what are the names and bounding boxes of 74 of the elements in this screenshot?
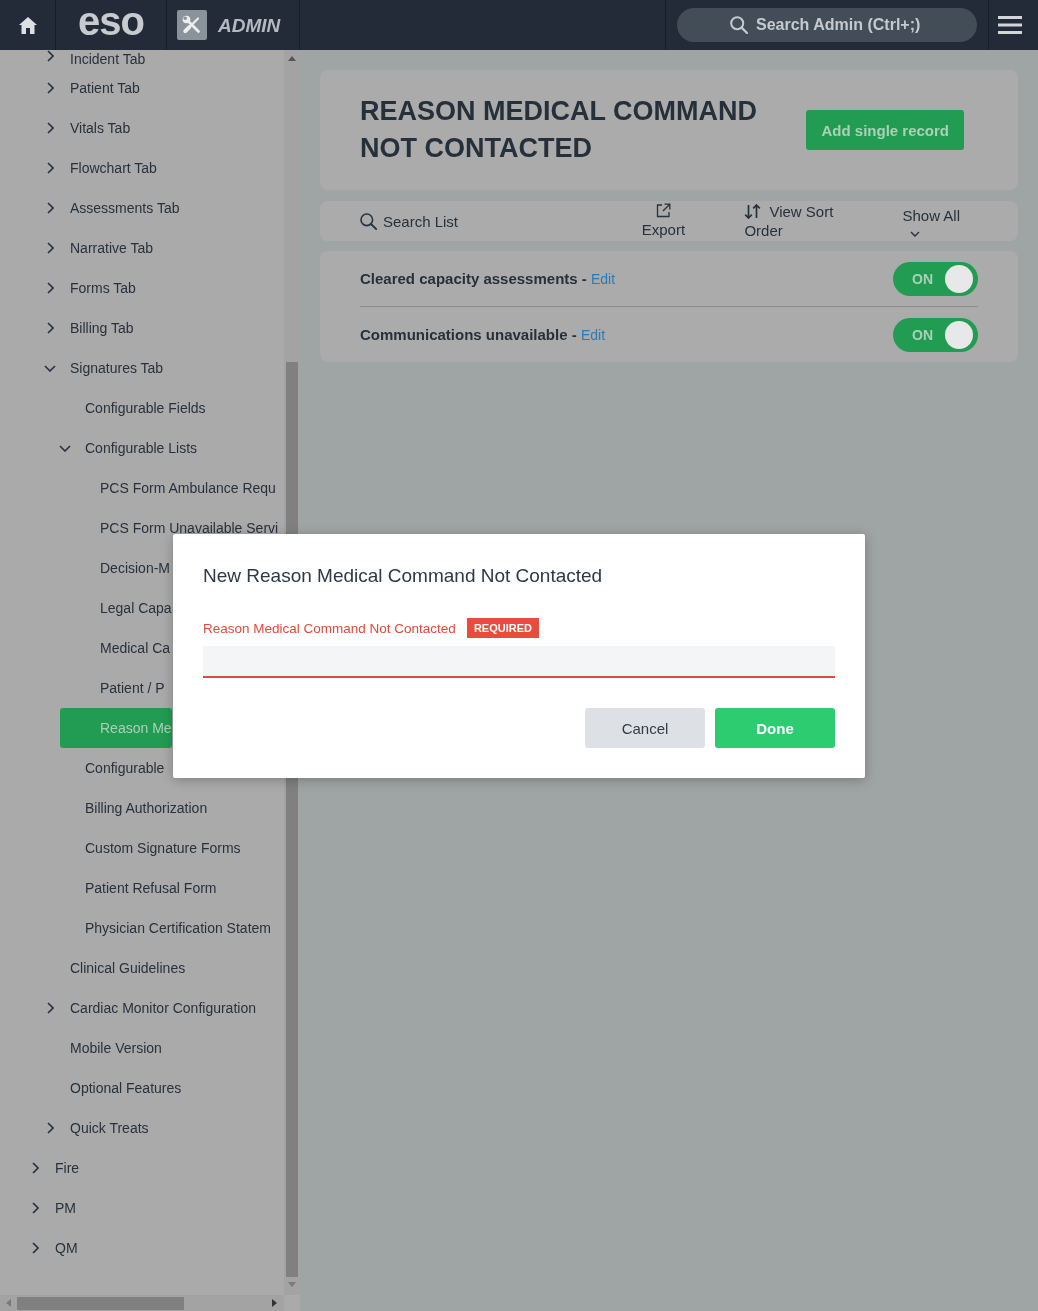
export-button[interactable]: Export xyxy=(638,203,689,239)
chevron-right-icon[interactable] xyxy=(46,50,54,62)
tree-item[interactable]: Fire xyxy=(55,1160,80,1176)
chevron-right-icon[interactable] xyxy=(46,1002,54,1014)
tree-item[interactable]: Legal Capa xyxy=(100,600,172,616)
tree-item[interactable]: Forms Tab xyxy=(70,280,136,296)
text-field[interactable] xyxy=(203,646,835,678)
tree-item[interactable]: Custom Signature Forms xyxy=(85,840,241,856)
search-bar[interactable]: Search Admin (Ctrl+;) xyxy=(677,8,977,42)
required-badge: REQUIRED xyxy=(466,618,539,638)
dialog-title: New Reason Medical Command Not Contacted xyxy=(203,564,604,588)
tree-item[interactable]: Quick Treats xyxy=(70,1120,149,1136)
field-label: Reason Medical Command Not Contacted xyxy=(203,620,456,636)
search-icon xyxy=(730,16,748,34)
chevron-right-icon[interactable] xyxy=(31,1162,39,1174)
search-icon xyxy=(360,212,377,230)
tree-item[interactable]: Medical Ca xyxy=(100,640,171,656)
tools-icon xyxy=(177,10,207,40)
tree-item[interactable]: Configurable Lists xyxy=(85,440,198,456)
tree-item[interactable]: Patient Tab xyxy=(70,80,140,96)
tree-item[interactable]: Configurable xyxy=(85,760,165,776)
tree-item[interactable]: QM xyxy=(55,1240,78,1256)
chevron-right-icon[interactable] xyxy=(46,82,54,94)
chevron-right-icon[interactable] xyxy=(46,162,54,174)
chevron-right-icon[interactable] xyxy=(46,322,54,334)
tree-item[interactable]: Cardiac Monitor Configuration xyxy=(70,1000,256,1016)
chevron-right-icon[interactable] xyxy=(31,1202,39,1214)
menu-icon[interactable] xyxy=(998,16,1022,34)
tree-item[interactable]: PM xyxy=(55,1200,76,1216)
cancel-button[interactable]: Cancel xyxy=(585,708,705,748)
chevron-right-icon[interactable] xyxy=(46,122,54,134)
triangle-up-icon[interactable] xyxy=(288,56,296,61)
tree-item[interactable]: Assessments Tab xyxy=(70,200,180,216)
chevron-right-icon[interactable] xyxy=(46,1122,54,1134)
chevron-right-icon[interactable] xyxy=(46,242,54,254)
toggle-knob-icon[interactable] xyxy=(945,320,973,349)
tree-item[interactable]: Incident Tab xyxy=(70,50,146,68)
chevron-right-icon[interactable] xyxy=(31,1242,39,1254)
tree-item[interactable]: Vitals Tab xyxy=(70,120,131,136)
tree-item[interactable]: Flowchart Tab xyxy=(70,160,157,176)
export-icon xyxy=(655,203,671,218)
chevron-right-icon[interactable] xyxy=(46,202,54,214)
tree-item[interactable]: Narrative Tab xyxy=(70,240,153,256)
section-title: ADMIN xyxy=(218,15,281,35)
show-all-dropdown[interactable]: Show All xyxy=(902,205,960,237)
record-label: Communications unavailable - Edit xyxy=(360,326,605,343)
sort-arrows-icon xyxy=(744,204,762,219)
tree-item[interactable]: Decision-M xyxy=(100,560,170,576)
tree-item[interactable]: PCS Form Unavailable Servi xyxy=(100,520,279,536)
triangle-right-icon[interactable] xyxy=(272,1299,277,1307)
tree-item[interactable]: Patient / P xyxy=(100,680,165,696)
search-list-button[interactable]: Search List xyxy=(360,211,459,231)
chevron-right-icon[interactable] xyxy=(46,282,54,294)
tree-item[interactable]: Patient Refusal Form xyxy=(85,880,217,896)
tree-item[interactable]: Mobile Version xyxy=(70,1040,162,1056)
home-icon[interactable] xyxy=(18,16,37,34)
tree-item[interactable]: PCS Form Ambulance Requ xyxy=(100,480,276,496)
chevron-down-icon xyxy=(910,230,921,237)
chevron-down-icon[interactable] xyxy=(59,444,71,452)
scrollbar-thumb[interactable] xyxy=(17,1296,184,1310)
logo[interactable]: eso xyxy=(78,1,144,41)
chevron-down-icon[interactable] xyxy=(44,364,56,372)
tree-item[interactable]: Billing Tab xyxy=(70,320,134,336)
tree-item[interactable]: Physician Certification Statem xyxy=(85,920,271,936)
record-label: Cleared capacity assessments - Edit xyxy=(360,270,616,287)
page-title: REASON MEDICAL COMMAND NOT CONTACTED xyxy=(360,95,758,165)
tree-item[interactable]: Signatures Tab xyxy=(70,360,164,376)
sort-button[interactable]: View Sort Order xyxy=(744,202,845,240)
search-field[interactable]: Search Admin (Ctrl+;) xyxy=(756,15,924,35)
tree-item[interactable]: Configurable Fields xyxy=(85,400,206,416)
tree-item[interactable]: Billing Authorization xyxy=(85,800,208,816)
tree-item[interactable]: Clinical Guidelines xyxy=(70,960,186,976)
tree-item[interactable]: Optional Features xyxy=(70,1080,182,1096)
toggle-knob-icon[interactable] xyxy=(945,264,973,293)
